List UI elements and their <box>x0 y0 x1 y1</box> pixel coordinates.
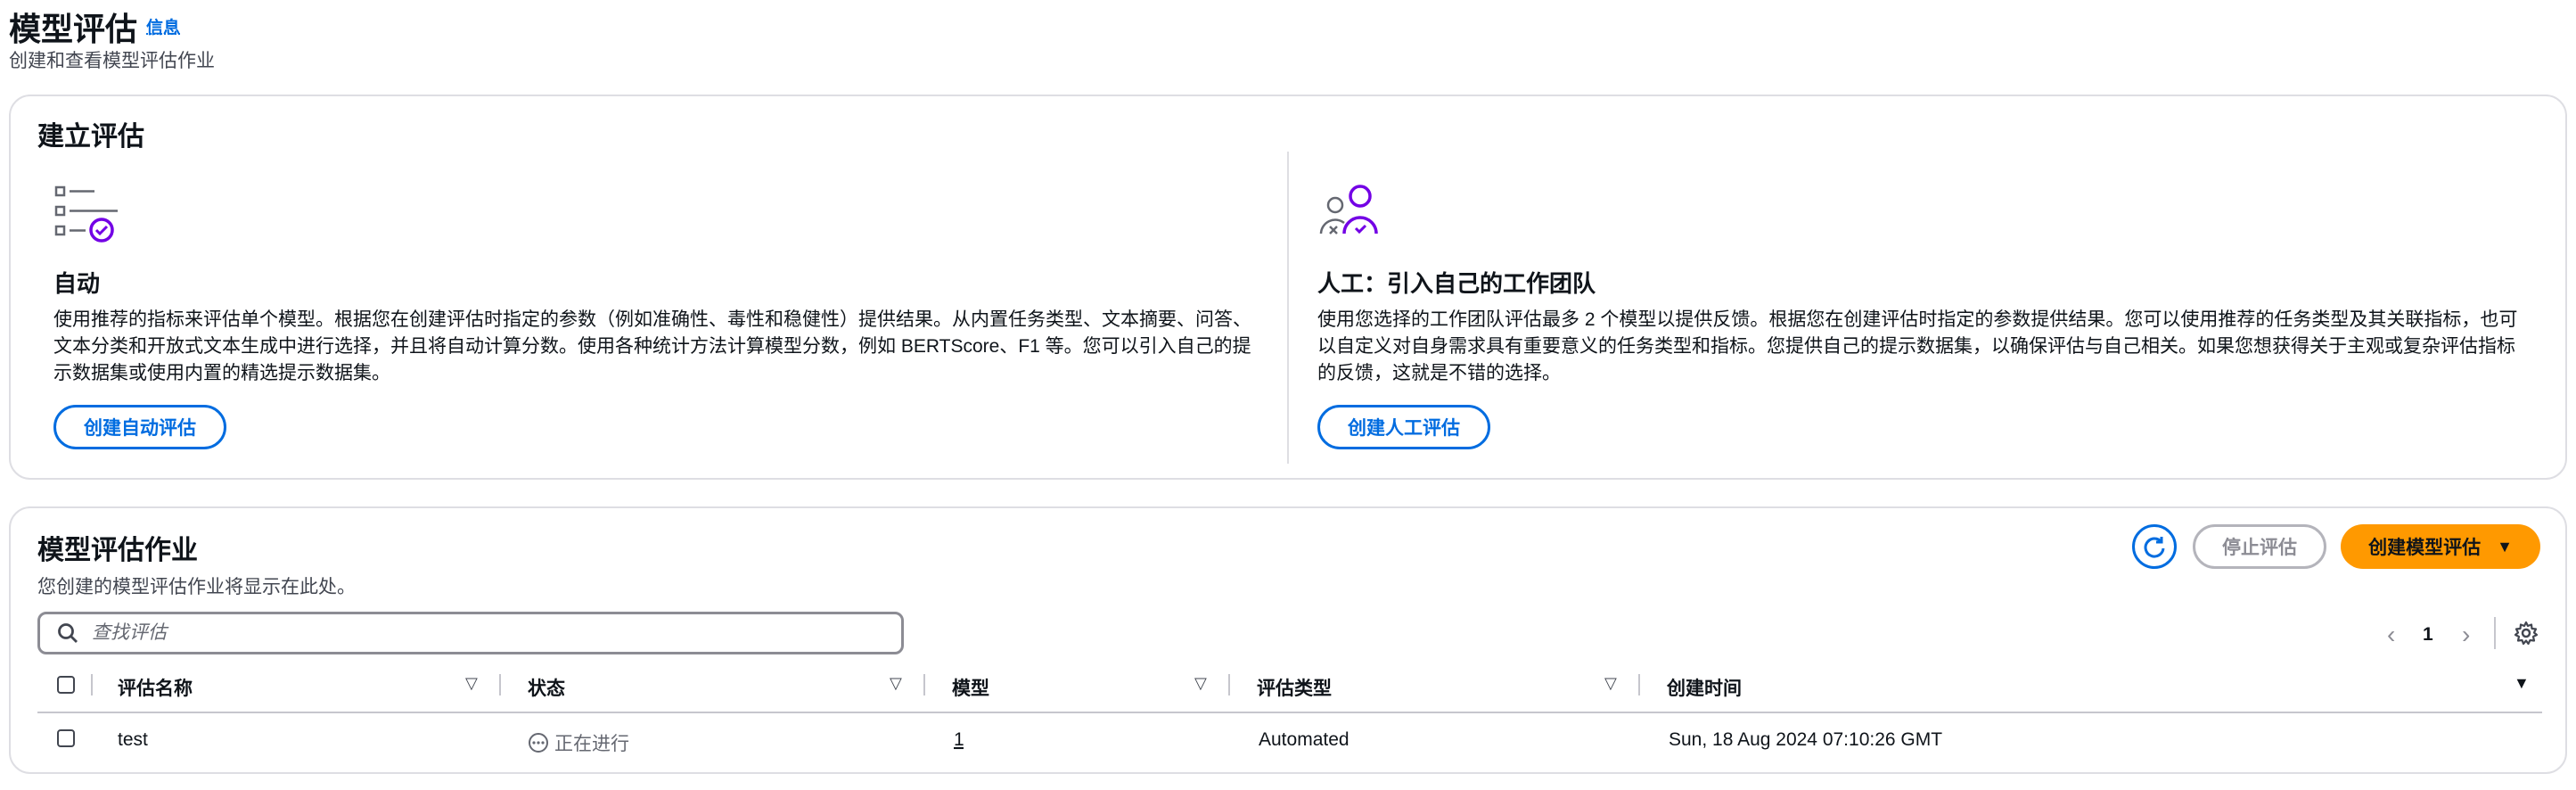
column-header-name[interactable]: 评估名称 <box>118 674 193 701</box>
previous-page-icon[interactable]: ‹ <box>2387 621 2395 649</box>
current-page-number[interactable]: 1 <box>2423 624 2433 646</box>
column-separator <box>499 674 501 695</box>
human-description: 使用您选择的工作团队评估最多 2 个模型以提供反馈。根据您在创建评估时指定的参数… <box>1317 309 2518 383</box>
create-human-evaluation-button[interactable]: 创建人工评估 <box>1317 405 1490 449</box>
creation-time: Sun, 18 Aug 2024 07:10:26 GMT <box>1669 729 1943 750</box>
column-header-type[interactable]: 评估类型 <box>1257 674 1332 701</box>
sort-icon[interactable]: ▽ <box>1194 674 1207 693</box>
column-header-status[interactable]: 状态 <box>528 674 565 701</box>
select-all-checkbox[interactable] <box>57 676 75 694</box>
page-title: 模型评估 <box>9 11 138 47</box>
row-checkbox[interactable] <box>57 729 75 747</box>
column-header-created[interactable]: 创建时间 <box>1667 674 1742 701</box>
in-progress-icon <box>529 733 548 753</box>
create-model-evaluation-button[interactable]: 创建模型评估 ▼ <box>2341 524 2540 569</box>
refresh-button[interactable] <box>2132 524 2177 569</box>
column-header-model[interactable]: 模型 <box>952 674 989 701</box>
automatic-description: 使用推荐的指标来评估单个模型。根据您在创建评估时指定的参数（例如准确性、毒性和稳… <box>53 309 1251 383</box>
sort-icon[interactable]: ▽ <box>465 674 478 693</box>
column-separator <box>1638 674 1640 695</box>
evaluation-name[interactable]: test <box>118 729 148 751</box>
status-indicator: 正在进行 <box>528 729 629 756</box>
settings-gear-icon[interactable] <box>2514 621 2539 646</box>
refresh-icon <box>2144 537 2165 558</box>
sort-icon[interactable]: ▽ <box>1604 674 1617 693</box>
column-separator <box>923 674 925 695</box>
stop-evaluation-button[interactable]: 停止评估 <box>2193 524 2326 569</box>
people-icon <box>1317 184 1389 255</box>
search-field[interactable] <box>37 612 904 654</box>
caret-down-icon: ▼ <box>2497 537 2513 555</box>
status-text: 正在进行 <box>554 734 629 754</box>
model-count-link[interactable]: 1 <box>954 729 964 751</box>
checklist-icon <box>53 184 125 255</box>
create-evaluation-title: 建立评估 <box>37 122 144 152</box>
jobs-title: 模型评估作业 <box>37 536 198 565</box>
column-divider <box>1287 152 1289 464</box>
column-separator <box>91 674 93 695</box>
sort-desc-icon[interactable]: ▼ <box>2514 674 2530 693</box>
page-subtitle: 创建和查看模型评估作业 <box>9 51 215 71</box>
column-separator <box>1228 674 1230 695</box>
human-title: 人工：引入自己的工作团队 <box>1317 270 1596 297</box>
search-icon <box>58 623 78 643</box>
evaluation-jobs-card: 模型评估作业 您创建的模型评估作业将显示在此处。 停止评估 创建模型评估 ▼ ‹… <box>9 506 2567 774</box>
info-link[interactable]: 信息 <box>146 14 180 38</box>
automatic-title: 自动 <box>53 270 101 297</box>
next-page-icon[interactable]: › <box>2462 621 2470 649</box>
jobs-subtitle: 您创建的模型评估作业将显示在此处。 <box>37 577 356 597</box>
create-evaluation-card: 建立评估 自动 使用推荐的指标来评估单个模型。根据您在创建评估时指定的参数（例如… <box>9 95 2567 480</box>
create-automatic-evaluation-button[interactable]: 创建自动评估 <box>53 405 226 449</box>
evaluation-type: Automated <box>1259 729 1350 750</box>
table-row[interactable]: test 正在进行 1 Automated Sun, 18 Aug 2024 0… <box>37 715 2542 769</box>
search-input[interactable] <box>90 621 896 645</box>
create-model-evaluation-label: 创建模型评估 <box>2368 538 2482 558</box>
table-header-divider <box>37 712 2542 713</box>
sort-icon[interactable]: ▽ <box>890 674 902 693</box>
pagination-divider <box>2494 617 2496 649</box>
